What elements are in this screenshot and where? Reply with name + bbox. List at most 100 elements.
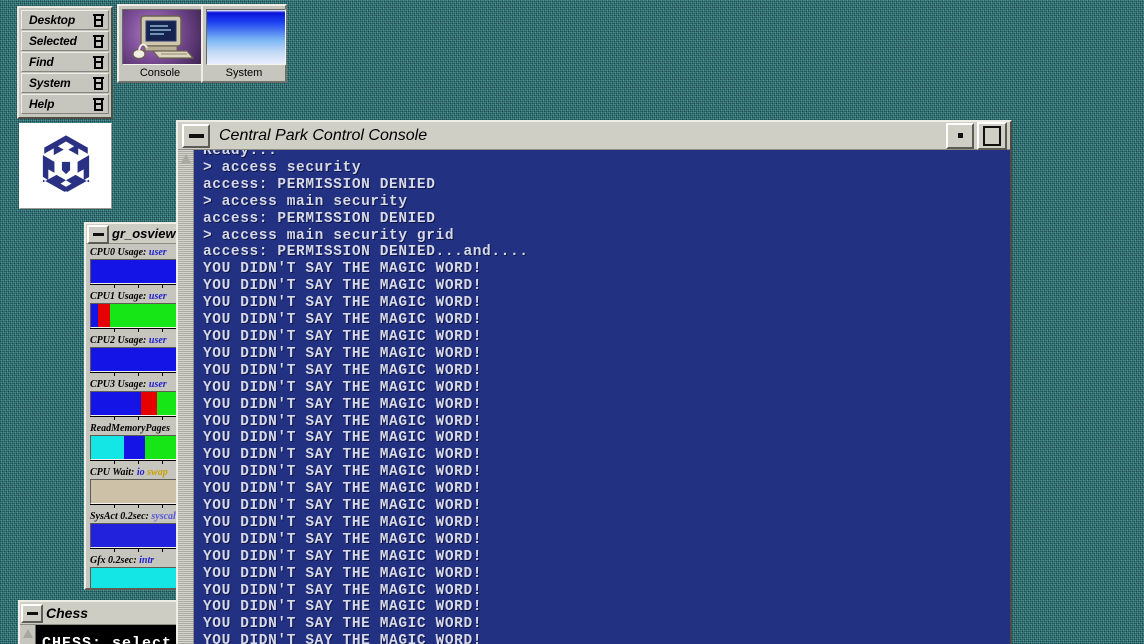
osview-gauge-scale — [90, 504, 186, 508]
osview-gauge-label: CPU2 Usage: user — [90, 335, 186, 347]
console-output-line: YOU DIDN'T SAY THE MAGIC WORD! — [203, 514, 483, 531]
toolchest-item-system[interactable]: System — [21, 73, 109, 93]
scroll-up-arrow[interactable] — [22, 629, 33, 638]
console-output-line: YOU DIDN'T SAY THE MAGIC WORD! — [203, 345, 483, 362]
console-output-line: access: PERMISSION DENIED...and.... — [203, 244, 529, 261]
osview-gauge-label-main: ReadMemoryPages — [90, 423, 170, 434]
osview-gauge-segment — [91, 260, 185, 283]
window-menu-button[interactable] — [182, 123, 210, 148]
chess-window[interactable]: Chess CHESS: select — [18, 600, 190, 644]
toolchest-item-label: Find — [29, 55, 54, 69]
central-park-control-console-window[interactable]: Central Park Control Console Ready... > a… — [176, 120, 1012, 644]
osview-gauge-segment — [123, 436, 145, 459]
maximize-button[interactable] — [977, 122, 1007, 150]
osview-gauge-scale — [90, 328, 186, 332]
drawer-icon — [93, 97, 104, 111]
console-output-line: > access main security grid — [203, 227, 455, 244]
toolchest-item-selected[interactable]: Selected — [21, 31, 109, 51]
console-output-line: YOU DIDN'T SAY THE MAGIC WORD! — [203, 379, 483, 396]
osview-gauge-key: user — [146, 335, 167, 346]
console-output-line: YOU DIDN'T SAY THE MAGIC WORD! — [203, 531, 483, 548]
osview-gauge-scale — [90, 548, 186, 552]
osview-gauge-key: user — [146, 291, 167, 302]
console-output-line: YOU DIDN'T SAY THE MAGIC WORD! — [203, 464, 483, 481]
console-content-area: Ready... > access security access: PERMISS… — [178, 150, 1010, 644]
desktop-icon-system-label: System — [225, 67, 263, 79]
osview-gauge-segment — [97, 304, 110, 327]
console-output-line: Ready... — [203, 150, 278, 159]
sgi-logo-mark — [42, 135, 89, 192]
drawer-icon — [93, 34, 104, 48]
osview-gauge-label-main: CPU1 Usage: — [90, 291, 147, 302]
chess-scrollbar[interactable] — [20, 625, 36, 644]
osview-gauge-key: io — [134, 467, 145, 478]
toolchest-item-help[interactable]: Help — [21, 94, 109, 114]
osview-gauge-label: ReadMemoryPages — [90, 423, 186, 435]
drawer-icon — [93, 76, 104, 90]
toolchest-item-label: System — [29, 76, 71, 90]
desktop-icon-system[interactable]: System — [201, 4, 287, 83]
osview-gauge-label: CPU Wait: io swap — [90, 467, 186, 479]
minimize-button[interactable] — [946, 122, 974, 149]
console-output-line: access: PERMISSION DENIED — [203, 210, 436, 227]
osview-gauge: CPU2 Usage: user — [90, 335, 186, 376]
osview-gauge-key: intr — [136, 555, 155, 566]
osview-gauge: CPU0 Usage: user — [90, 247, 186, 288]
toolchest-item-desktop[interactable]: Desktop — [21, 10, 109, 30]
osview-gauge-scale — [90, 460, 186, 464]
osview-gauge-label: Gfx 0.2sec: intr — [90, 555, 186, 567]
toolchest-menu: Desktop Selected Find System Help — [17, 6, 113, 119]
console-title: Central Park Control Console — [219, 126, 428, 144]
osview-gauge: SysAct 0.2sec: syscall — [90, 511, 186, 552]
toolchest-item-label: Selected — [29, 34, 77, 48]
desktop-icon-console[interactable]: Console — [117, 4, 203, 83]
osview-gauge-label-main: CPU0 Usage: — [90, 247, 147, 258]
toolchest-item-find[interactable]: Find — [21, 52, 109, 72]
osview-gauge-bar — [90, 259, 186, 284]
window-menu-button[interactable] — [87, 224, 109, 244]
osview-gauge-bar — [90, 303, 186, 328]
osview-gauge-bar — [90, 567, 186, 588]
osview-gauge: Gfx 0.2sec: intr — [90, 555, 186, 588]
chess-terminal-text: CHESS: select — [42, 634, 173, 644]
osview-gauge-segment — [91, 436, 124, 459]
gr-osview-window[interactable]: gr_osview CPU0 Usage: user CPU1 Usage: us… — [84, 222, 190, 590]
console-output-line: YOU DIDN'T SAY THE MAGIC WORD! — [203, 565, 483, 582]
osview-gauge-label-main: CPU3 Usage: — [90, 379, 147, 390]
console-output-line: YOU DIDN'T SAY THE MAGIC WORD! — [203, 633, 483, 644]
gr-osview-titlebar[interactable]: gr_osview — [86, 224, 188, 244]
osview-gauge: ReadMemoryPages — [90, 423, 186, 464]
console-output-line: YOU DIDN'T SAY THE MAGIC WORD! — [203, 396, 483, 413]
console-output-line: YOU DIDN'T SAY THE MAGIC WORD! — [203, 312, 483, 329]
gr-osview-title: gr_osview — [112, 226, 176, 241]
console-terminal-output[interactable]: Ready... > access security access: PERMISS… — [194, 150, 1010, 644]
osview-gauge-key: syscall — [148, 511, 179, 522]
osview-gauge-label: SysAct 0.2sec: syscall — [90, 511, 186, 523]
console-output-line: YOU DIDN'T SAY THE MAGIC WORD! — [203, 616, 483, 633]
console-titlebar[interactable]: Central Park Control Console — [178, 122, 1010, 150]
osview-gauge-bar — [90, 435, 186, 460]
osview-gauge-label: CPU0 Usage: user — [90, 247, 186, 259]
osview-gauge-segment — [91, 348, 179, 371]
scroll-up-arrow[interactable] — [180, 154, 191, 163]
drawer-icon — [93, 13, 104, 27]
console-output-line: YOU DIDN'T SAY THE MAGIC WORD! — [203, 498, 483, 515]
console-output-line: access: PERMISSION DENIED — [203, 176, 436, 193]
osview-gauge-segment — [91, 568, 185, 588]
osview-gauge: CPU1 Usage: user — [90, 291, 186, 332]
chess-titlebar[interactable]: Chess — [20, 602, 188, 625]
osview-gauge-label-main: CPU Wait: — [90, 467, 135, 478]
drawer-icon — [93, 55, 104, 69]
osview-gauge-bar — [90, 347, 186, 372]
console-scrollbar[interactable] — [178, 150, 194, 644]
console-output-line: YOU DIDN'T SAY THE MAGIC WORD! — [203, 328, 483, 345]
console-output-line: YOU DIDN'T SAY THE MAGIC WORD! — [203, 599, 483, 616]
chess-terminal: CHESS: select — [20, 625, 188, 644]
osview-gauge-label-main: CPU2 Usage: — [90, 335, 147, 346]
osview-gauge: CPU Wait: io swap — [90, 467, 186, 508]
window-menu-button[interactable] — [21, 604, 43, 623]
toolchest-item-label: Help — [29, 97, 55, 111]
console-output-line: YOU DIDN'T SAY THE MAGIC WORD! — [203, 362, 483, 379]
console-icon — [122, 9, 202, 65]
osview-gauge-label: CPU1 Usage: user — [90, 291, 186, 303]
